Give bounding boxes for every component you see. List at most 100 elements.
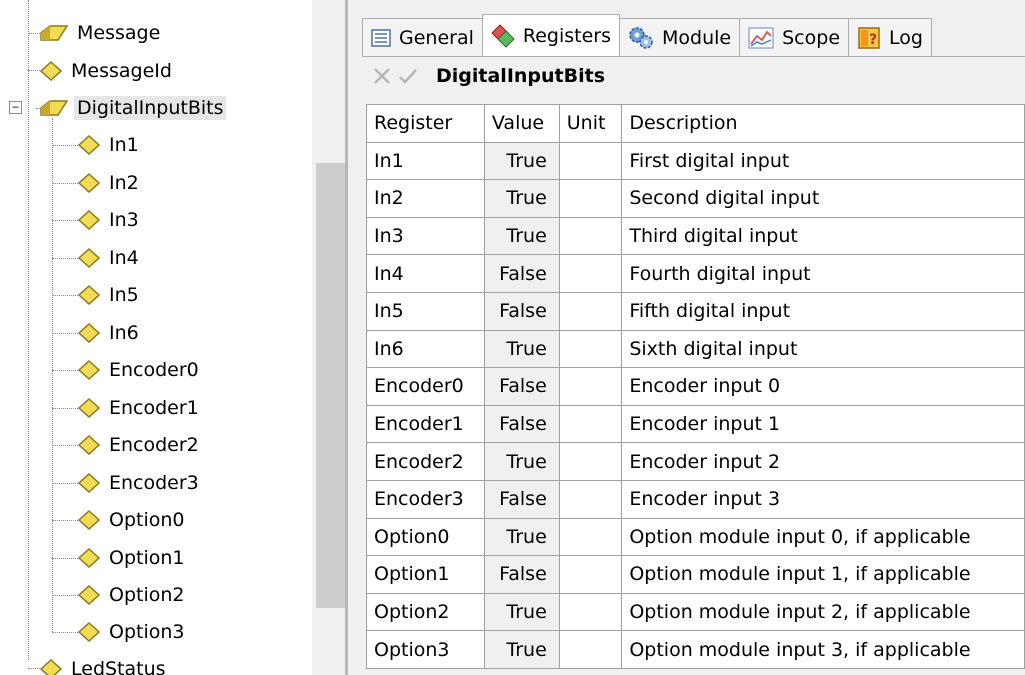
table-row[interactable]: Option0 True Option module input 0, if app…	[366, 517, 1025, 557]
tab-log[interactable]: ? Log	[848, 18, 932, 56]
table-row[interactable]: In1 True First digital input	[366, 141, 1025, 181]
value-cell[interactable]: False	[483, 254, 560, 293]
tree-node-in5[interactable]: In5	[78, 276, 142, 313]
unit-cell	[558, 404, 623, 444]
table-row[interactable]: Encoder0 False Encoder input 0	[366, 367, 1025, 406]
tree-node-label: Option1	[109, 546, 185, 569]
tree-node-digitalinputbits[interactable]: DigitalInputBits	[40, 89, 227, 126]
value-cell[interactable]: False	[483, 555, 560, 594]
register-cell: Encoder2	[366, 442, 485, 481]
value-cell[interactable]: False	[483, 367, 560, 406]
table-row[interactable]: Option1 False Option module input 1, if ap…	[366, 555, 1025, 594]
table-row[interactable]: In6 True Sixth digital input	[366, 329, 1025, 369]
tree-view[interactable]: − Message MessageId DigitalInputBits In1…	[0, 0, 312, 675]
unit-cell	[558, 630, 623, 669]
tree-node-message[interactable]: Message	[40, 14, 163, 51]
tree-node-in2[interactable]: In2	[78, 164, 142, 201]
table-row[interactable]: Option3 True Option module input 3, if app…	[366, 630, 1025, 669]
value-cell[interactable]: True	[483, 630, 560, 669]
tree-node-in3[interactable]: In3	[78, 201, 142, 238]
property-diamond-icon	[78, 434, 100, 455]
value-cell[interactable]: True	[483, 592, 560, 632]
value-cell[interactable]: False	[483, 404, 560, 444]
object-icon	[40, 24, 68, 41]
tree-node-ledstatus[interactable]: LedStatus	[40, 650, 169, 675]
value-cell[interactable]: True	[483, 141, 560, 181]
tree-node-label: In3	[109, 208, 139, 231]
tree-node-messageid[interactable]: MessageId	[40, 52, 175, 89]
tree-connector-root	[28, 0, 29, 660]
collapse-toggle[interactable]: −	[9, 101, 22, 114]
tree-node-option1[interactable]: Option1	[78, 539, 188, 576]
register-icon	[491, 23, 515, 48]
tree-node-label: DigitalInputBits	[74, 95, 227, 120]
property-diamond-icon	[78, 209, 100, 230]
table-row[interactable]: In5 False Fifth digital input	[366, 291, 1025, 331]
tree-node-option3[interactable]: Option3	[78, 613, 188, 650]
column-header-register[interactable]: Register	[366, 104, 485, 143]
tree-node-label: Encoder3	[109, 471, 199, 494]
property-diamond-icon	[78, 247, 100, 268]
table-row[interactable]: Encoder2 True Encoder input 2	[366, 442, 1025, 481]
toolbar: DigitalInputBits	[362, 56, 1025, 94]
column-header-description[interactable]: Description	[621, 104, 1025, 143]
table-row[interactable]: In4 False Fourth digital input	[366, 254, 1025, 293]
property-diamond-icon	[78, 584, 100, 605]
property-diamond-icon	[78, 134, 100, 155]
tree-node-encoder1[interactable]: Encoder1	[78, 389, 202, 426]
tree-node-label: In1	[109, 133, 139, 156]
value-cell[interactable]: False	[483, 479, 560, 519]
property-diamond-icon	[78, 172, 100, 193]
value-cell[interactable]: True	[483, 442, 560, 481]
details-panel: General Registers Module Scope ? Log Dig…	[345, 0, 1025, 675]
unit-cell	[558, 254, 623, 293]
tree-node-label: Encoder0	[109, 358, 199, 381]
grid-header-row: Register Value Unit Description	[366, 104, 1025, 143]
registers-grid[interactable]: Register Value Unit Description In1 True F…	[366, 104, 1025, 669]
property-diamond-icon	[40, 60, 62, 81]
tree-scrollbar-thumb[interactable]	[316, 163, 346, 608]
apply-button[interactable]	[396, 64, 420, 88]
tree-node-encoder0[interactable]: Encoder0	[78, 351, 202, 388]
column-header-value[interactable]: Value	[483, 104, 560, 143]
cancel-button[interactable]	[370, 64, 394, 88]
tree-connector-children	[52, 118, 53, 632]
table-row[interactable]: Option2 True Option module input 2, if app…	[366, 592, 1025, 632]
tree-node-encoder3[interactable]: Encoder3	[78, 464, 202, 501]
property-diamond-icon	[78, 509, 100, 530]
description-cell: Option module input 3, if applicable	[621, 630, 1025, 669]
description-cell: First digital input	[621, 141, 1025, 181]
table-row[interactable]: Encoder3 False Encoder input 3	[366, 479, 1025, 519]
property-diamond-icon	[78, 472, 100, 493]
tree-node-option2[interactable]: Option2	[78, 576, 188, 613]
value-cell[interactable]: True	[483, 179, 560, 218]
tab-registers[interactable]: Registers	[481, 14, 621, 56]
register-cell: Option1	[366, 555, 485, 594]
tree-node-option0[interactable]: Option0	[78, 501, 188, 538]
tree-node-in4[interactable]: In4	[78, 239, 142, 276]
tree-node-label: Option0	[109, 508, 185, 531]
svg-text:?: ?	[869, 32, 877, 48]
tab-scope[interactable]: Scope	[739, 18, 850, 56]
register-cell: In5	[366, 291, 485, 331]
property-diamond-icon	[78, 397, 100, 418]
table-row[interactable]: In2 True Second digital input	[366, 179, 1025, 218]
value-cell[interactable]: False	[483, 291, 560, 331]
value-cell[interactable]: True	[483, 517, 560, 557]
description-cell: Sixth digital input	[621, 329, 1025, 369]
unit-cell	[558, 592, 623, 632]
property-diamond-icon	[78, 621, 100, 642]
description-cell: Third digital input	[621, 216, 1025, 256]
tree-node-encoder2[interactable]: Encoder2	[78, 426, 202, 463]
table-row[interactable]: In3 True Third digital input	[366, 216, 1025, 256]
tree-node-in1[interactable]: In1	[78, 126, 142, 163]
table-row[interactable]: Encoder1 False Encoder input 1	[366, 404, 1025, 444]
value-cell[interactable]: True	[483, 329, 560, 369]
tree-node-in6[interactable]: In6	[78, 314, 142, 351]
tab-module[interactable]: Module	[619, 18, 741, 56]
column-header-unit[interactable]: Unit	[558, 104, 623, 143]
chart-icon	[748, 26, 774, 49]
tab-label: Scope	[782, 26, 841, 49]
value-cell[interactable]: True	[483, 216, 560, 256]
tab-general[interactable]: General	[362, 18, 483, 56]
